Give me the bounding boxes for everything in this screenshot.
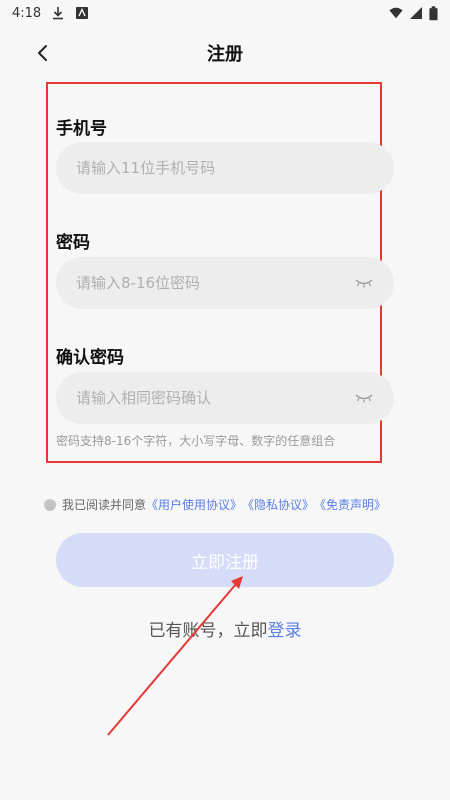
disclaimer-link[interactable]: 《免责声明》 [314, 496, 386, 513]
confirm-password-input[interactable] [74, 371, 350, 425]
page-title: 注册 [207, 44, 243, 65]
status-bar: 4:18 [0, 0, 450, 26]
phone-input[interactable] [74, 141, 394, 195]
user-agreement-link[interactable]: 《用户使用协议》 [146, 496, 242, 513]
password-label: 密码 [56, 233, 90, 253]
confirm-password-label: 确认密码 [56, 348, 124, 368]
login-prompt: 已有账号，立即登录 [0, 616, 450, 641]
password-hint: 密码支持8-16个字符，大小写字母、数字的任意组合 [56, 434, 336, 448]
app-notification-icon [76, 7, 89, 19]
password-input[interactable] [74, 256, 350, 310]
password-visibility-toggle[interactable] [350, 269, 378, 297]
confirm-password-field-wrap [56, 371, 394, 425]
status-right [389, 5, 438, 21]
signal-icon [410, 7, 422, 19]
eye-closed-icon [355, 394, 373, 403]
agreement-prefix: 我已阅读并同意 [62, 498, 147, 512]
agreement-row: 我已阅读并同意 《用户使用协议》 《隐私协议》 《免责声明》 [44, 496, 386, 513]
eye-closed-icon [355, 279, 373, 288]
phone-field-wrap [56, 141, 394, 195]
register-button[interactable]: 立即注册 [56, 533, 394, 587]
header: 注册 [0, 30, 450, 76]
battery-icon [429, 5, 438, 20]
phone-label: 手机号 [56, 119, 107, 139]
password-field-wrap [56, 256, 394, 310]
privacy-agreement-link[interactable]: 《隐私协议》 [242, 496, 314, 513]
download-icon [53, 7, 64, 20]
confirm-password-visibility-toggle[interactable] [350, 384, 378, 412]
status-left: 4:18 [12, 6, 89, 21]
login-prompt-text: 已有账号，立即 [148, 621, 268, 641]
agreement-checkbox[interactable] [44, 498, 56, 511]
login-link[interactable]: 登录 [268, 621, 302, 641]
wifi-icon [389, 7, 403, 19]
status-time: 4:18 [12, 5, 42, 21]
